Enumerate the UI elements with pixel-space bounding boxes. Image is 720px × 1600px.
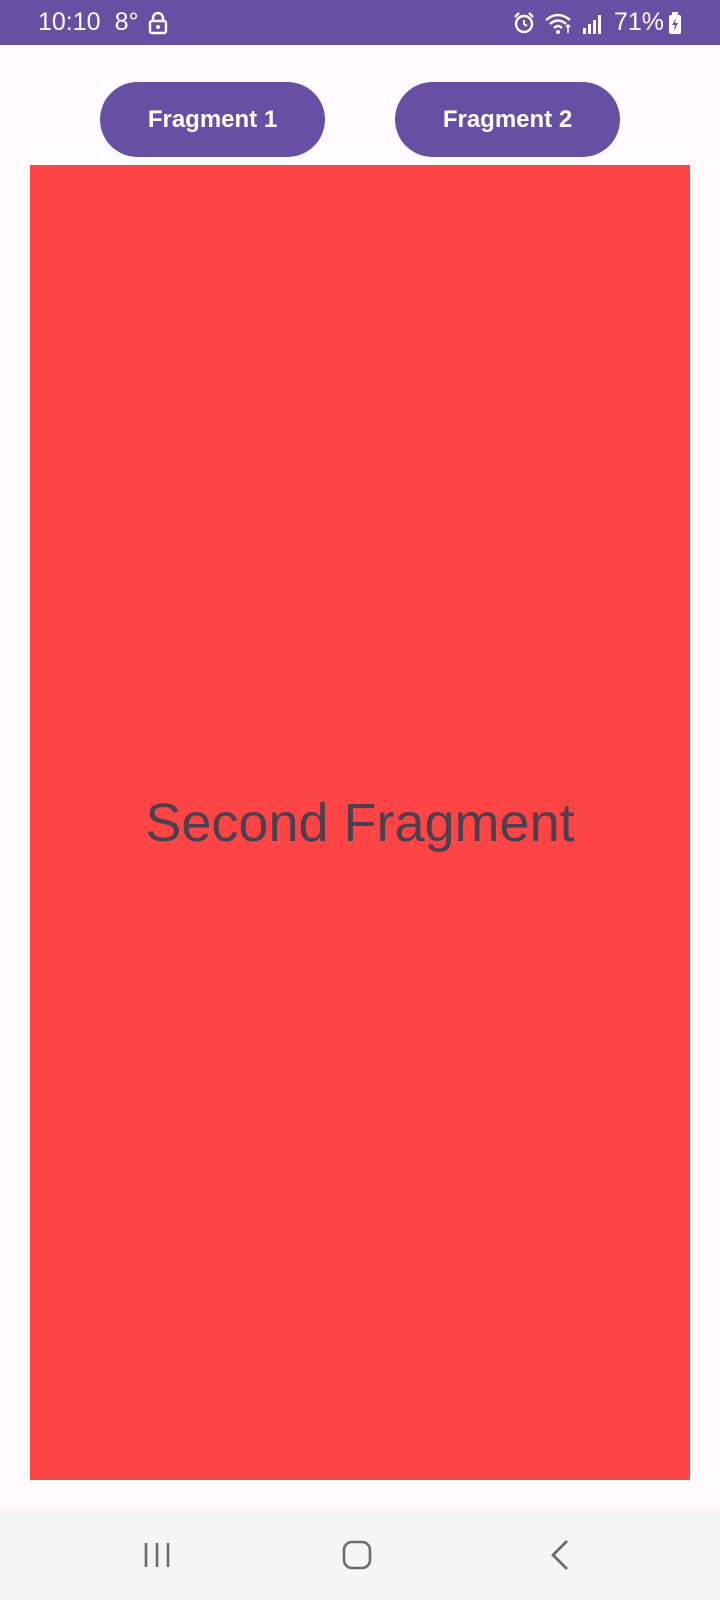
back-button[interactable] — [500, 1510, 620, 1600]
recents-button[interactable] — [97, 1510, 217, 1600]
status-temperature: 8° — [114, 8, 139, 36]
battery-icon — [668, 11, 682, 35]
fragment-2-button[interactable]: Fragment 2 — [395, 82, 620, 157]
fragment-1-button[interactable]: Fragment 1 — [100, 82, 325, 157]
status-right: 71% — [504, 0, 682, 45]
signal-icon — [582, 11, 604, 35]
alarm-icon — [512, 11, 536, 35]
fragment-container: Second Fragment — [30, 165, 690, 1480]
lock-icon — [148, 11, 168, 35]
status-time: 10:10 — [38, 8, 101, 36]
recents-icon — [142, 1540, 172, 1570]
home-button[interactable] — [297, 1510, 417, 1600]
fragment-label: Second Fragment — [145, 792, 575, 853]
status-left: 10:10 8° — [38, 0, 168, 45]
battery-percent: 71% — [613, 8, 664, 36]
back-icon — [548, 1538, 572, 1572]
wifi-icon — [544, 11, 574, 35]
status-bar: 10:10 8° 71% — [0, 0, 720, 45]
home-icon — [341, 1539, 373, 1571]
navigation-bar — [0, 1510, 720, 1600]
